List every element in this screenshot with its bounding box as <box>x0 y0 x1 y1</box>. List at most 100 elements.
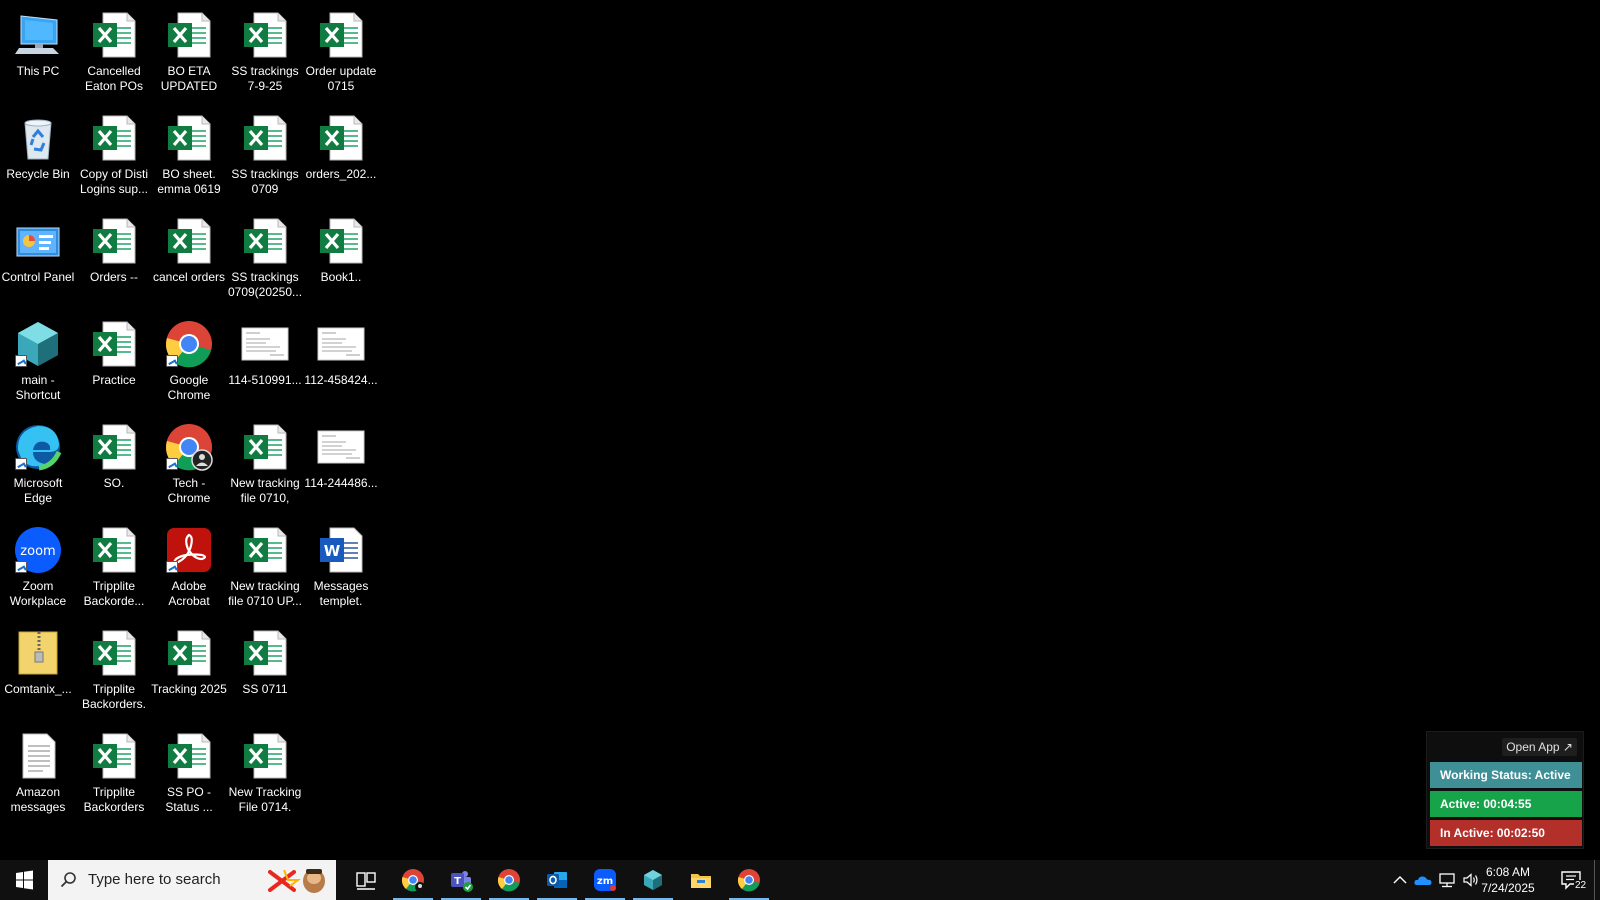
desktop-icon[interactable]: BO ETA UPDATED <box>151 4 227 104</box>
desktop-icon-graphic <box>240 731 290 781</box>
excel-file-icon <box>93 424 136 470</box>
desktop-icon[interactable]: Tech - Chrome <box>151 416 227 516</box>
desktop-icon[interactable]: SS trackings 0709(20250... <box>227 210 303 310</box>
excel-file-icon <box>168 733 211 779</box>
desktop-icon-graphic: W <box>316 525 366 575</box>
document-thumbnail-icon <box>317 430 365 464</box>
desktop-icon-label: New tracking file 0710 UP... <box>228 579 302 608</box>
desktop-icon[interactable]: Tripplite Backorde... <box>76 519 152 619</box>
desktop-icon-graphic <box>89 216 139 266</box>
desktop-icon-label: Control Panel <box>1 270 75 284</box>
desktop-icon-graphic <box>164 113 214 163</box>
svg-text:T: T <box>454 876 461 887</box>
onedrive-icon[interactable] <box>1413 870 1433 890</box>
notification-center-button[interactable]: 22 <box>1550 860 1594 900</box>
desktop-icon[interactable]: Tripplite Backorders. <box>76 622 152 722</box>
taskbar-outlook[interactable] <box>533 860 581 900</box>
taskbar-teams[interactable]: T <box>437 860 485 900</box>
excel-file-icon <box>244 527 287 573</box>
desktop-icon[interactable]: Recycle Bin <box>0 107 76 207</box>
desktop-icon-graphic <box>164 10 214 60</box>
desktop: This PC Recycle Bin Control Panel main -… <box>0 0 1600 860</box>
desktop-icon[interactable]: New tracking file 0710, <box>227 416 303 516</box>
excel-file-icon <box>93 12 136 58</box>
desktop-icon-graphic <box>240 319 290 369</box>
excel-file-icon <box>93 630 136 676</box>
taskbar-chrome-2[interactable] <box>725 860 773 900</box>
desktop-icon[interactable]: BO sheet. emma 0619 <box>151 107 227 207</box>
desktop-icon[interactable]: Microsoft Edge <box>0 416 76 516</box>
desktop-icon[interactable]: SS PO - Status ... <box>151 725 227 825</box>
desktop-icon[interactable]: Amazon messages <box>0 725 76 825</box>
desktop-icon-graphic <box>13 422 63 472</box>
active-time-bar: Active: 00:04:55 <box>1430 791 1582 817</box>
clock-time: 6:08 AM <box>1485 865 1531 879</box>
system-clock[interactable]: 6:08 AM 7/24/2025 <box>1470 864 1546 896</box>
desktop-icon[interactable]: zoom Zoom Workplace <box>0 519 76 619</box>
chevron-up-icon[interactable] <box>1390 870 1410 890</box>
desktop-icon-label: Comtanix_... <box>4 682 72 696</box>
desktop-icon[interactable]: W Messages templet. <box>303 519 379 619</box>
word-file-icon: W <box>320 527 363 573</box>
desktop-icon[interactable]: orders_202... <box>303 107 379 207</box>
taskbar-main-app[interactable] <box>629 860 677 900</box>
document-thumbnail-icon <box>241 327 289 361</box>
desktop-icon-graphic <box>316 319 366 369</box>
desktop-icon[interactable]: SO. <box>76 416 152 516</box>
desktop-icon[interactable]: Control Panel <box>0 210 76 310</box>
taskbar-chrome[interactable] <box>485 860 533 900</box>
desktop-icon[interactable]: Order update 0715 <box>303 4 379 104</box>
desktop-icon[interactable]: Practice <box>76 313 152 413</box>
task-view-icon <box>356 872 376 890</box>
computer-icon <box>15 15 59 54</box>
inactive-time-bar: In Active: 00:02:50 <box>1430 820 1582 846</box>
desktop-icon[interactable]: New Tracking File 0714. <box>227 725 303 825</box>
desktop-icon[interactable]: main - Shortcut <box>0 313 76 413</box>
taskbar-chrome-profile[interactable] <box>389 860 437 900</box>
desktop-icon[interactable]: cancel orders <box>151 210 227 310</box>
excel-file-icon <box>93 321 136 367</box>
desktop-icon[interactable]: This PC <box>0 4 76 104</box>
network-icon[interactable] <box>1437 870 1457 890</box>
shortcut-arrow-icon <box>15 561 27 573</box>
desktop-icon[interactable]: Google Chrome <box>151 313 227 413</box>
desktop-icon[interactable]: Book1.. <box>303 210 379 310</box>
task-view-button[interactable] <box>342 860 390 900</box>
taskbar-zoom[interactable]: zm <box>581 860 629 900</box>
desktop-icon[interactable]: 114-510991... <box>227 313 303 413</box>
desktop-icon[interactable]: SS trackings 0709 <box>227 107 303 207</box>
desktop-icon-graphic <box>13 628 63 678</box>
desktop-icon[interactable]: Orders -- <box>76 210 152 310</box>
desktop-icon[interactable]: Adobe Acrobat <box>151 519 227 619</box>
desktop-icon[interactable]: SS trackings 7-9-25 <box>227 4 303 104</box>
desktop-icon[interactable]: Copy of Disti Logins sup... <box>76 107 152 207</box>
excel-file-icon <box>244 115 287 161</box>
start-button[interactable] <box>0 860 48 900</box>
desktop-icon[interactable]: 112-458424... <box>303 313 379 413</box>
desktop-icon-graphic <box>164 216 214 266</box>
desktop-icon[interactable]: Cancelled Eaton POs <box>76 4 152 104</box>
open-app-button[interactable]: Open App ↗ <box>1502 738 1577 756</box>
desktop-icon[interactable]: New tracking file 0710 UP... <box>227 519 303 619</box>
desktop-icon-graphic <box>240 525 290 575</box>
desktop-icon-label: BO ETA UPDATED <box>160 64 218 93</box>
desktop-icon-label: SO. <box>103 476 125 490</box>
taskbar-file-explorer[interactable] <box>677 860 725 900</box>
desktop-icon[interactable]: Tracking 2025 <box>151 622 227 722</box>
excel-file-icon <box>320 115 363 161</box>
time-tracker-widget: Open App ↗ Working Status: Active Active… <box>1426 731 1584 849</box>
desktop-icon[interactable]: Tripplite Backorders <box>76 725 152 825</box>
desktop-icon[interactable]: Comtanix_... <box>0 622 76 722</box>
desktop-icon[interactable]: SS 0711 <box>227 622 303 722</box>
desktop-icon-graphic <box>13 319 63 369</box>
zip-folder-icon <box>18 631 58 675</box>
search-input[interactable]: Type here to search <box>48 860 336 900</box>
desktop-icon-label: Cancelled Eaton POs <box>84 64 144 93</box>
desktop-icon-label: BO sheet. emma 0619 <box>157 167 221 196</box>
svg-text:zm: zm <box>597 876 613 887</box>
show-desktop-button[interactable] <box>1594 860 1600 900</box>
desktop-icon-graphic <box>13 113 63 163</box>
desktop-icon[interactable]: 114-244486... <box>303 416 379 516</box>
desktop-icon-graphic <box>89 628 139 678</box>
desktop-icon-label: Recycle Bin <box>6 167 70 181</box>
